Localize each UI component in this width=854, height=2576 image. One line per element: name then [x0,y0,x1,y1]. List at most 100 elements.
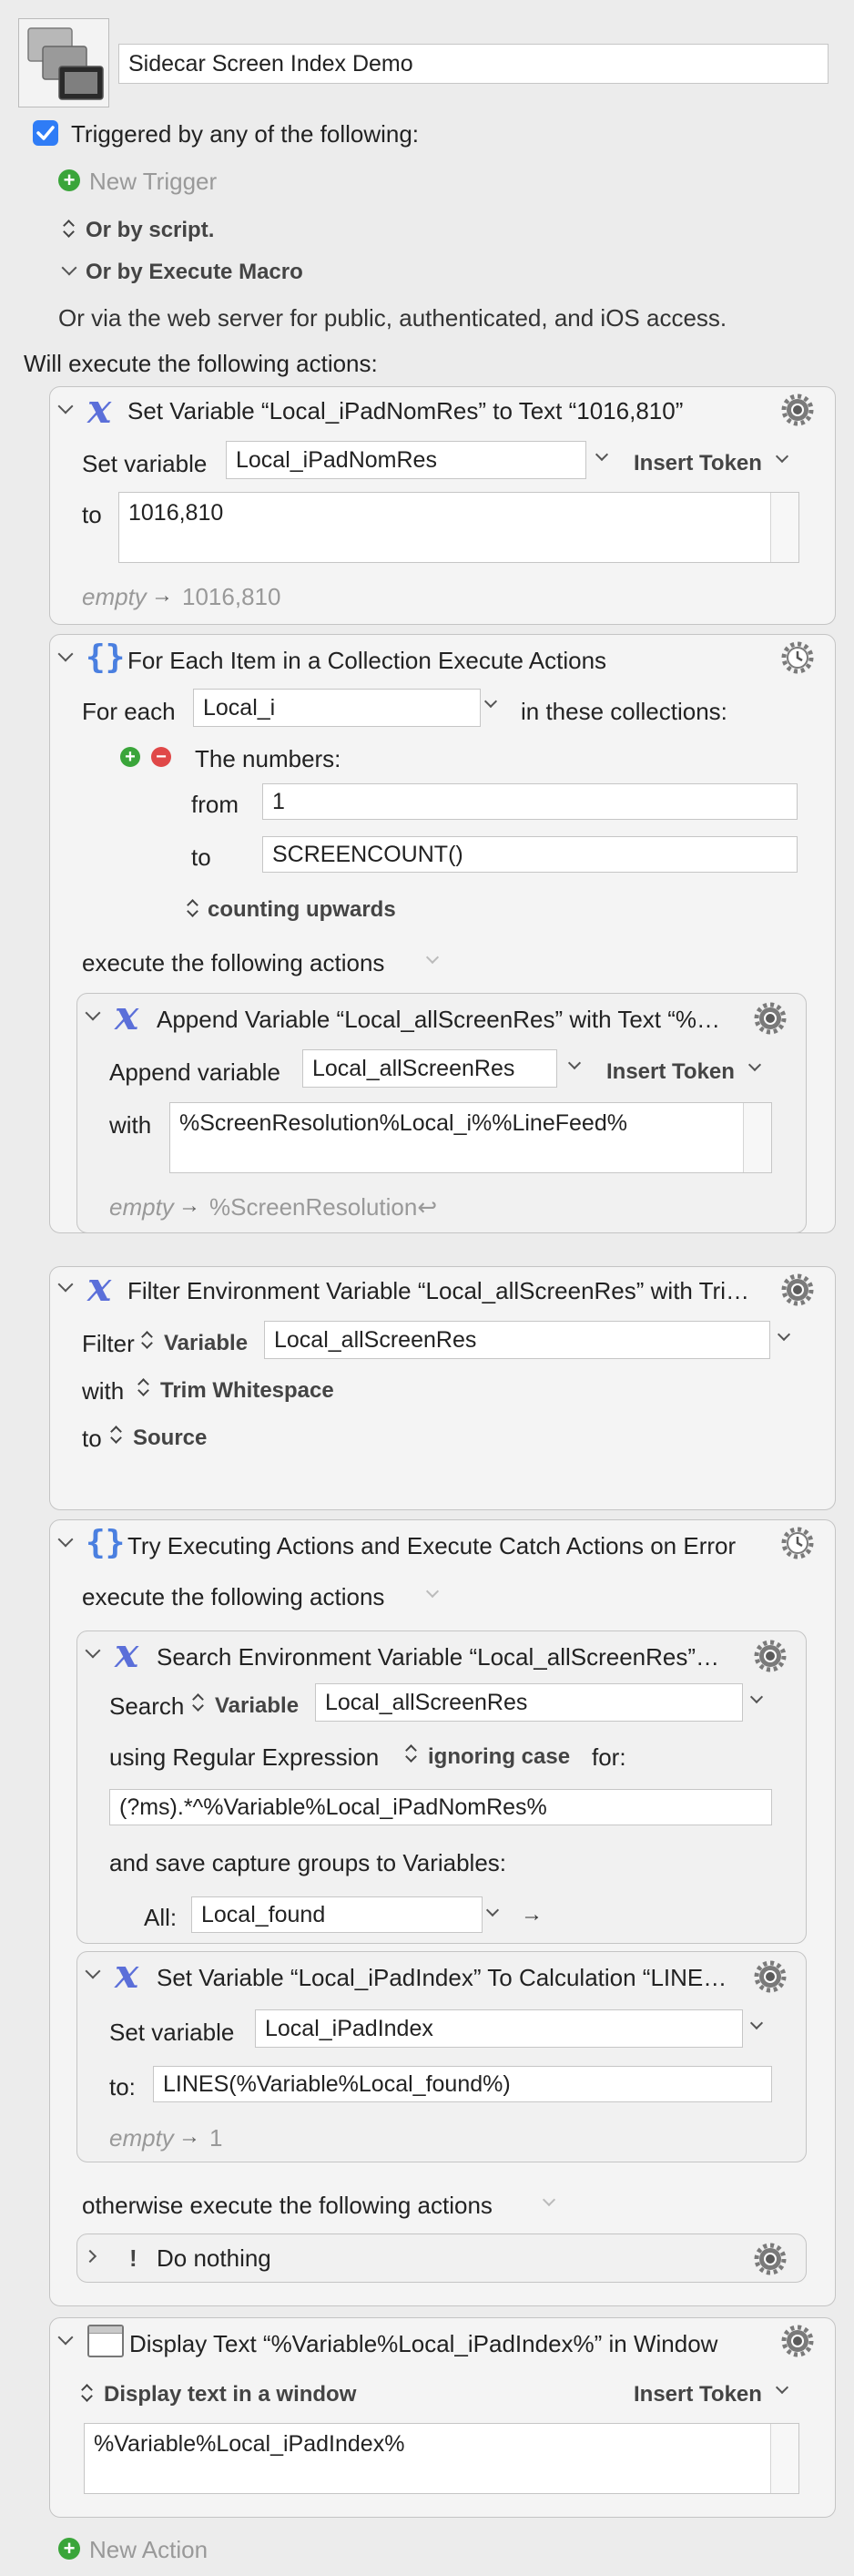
add-collection-icon[interactable]: + [120,747,140,767]
operation-toggle-icon[interactable] [137,1377,149,1397]
action-title[interactable]: Search Environment Variable “Local_allSc… [157,1645,719,1669]
destination-popup[interactable]: Source [133,1427,207,1449]
using-regex-label: using Regular Expression [109,1743,380,1771]
with-label: with [109,1111,152,1139]
for-label: for: [592,1743,626,1771]
web-server-note: Or via the web server for public, authen… [58,304,727,332]
append-variable-label: Append variable [109,1058,280,1086]
new-trigger-button[interactable]: New Trigger [89,169,217,193]
save-capture-label: and save capture groups to Variables: [109,1849,507,1876]
clock-gear-icon[interactable] [781,641,814,674]
display-mode-popup[interactable]: Display text in a window [104,2384,356,2406]
gear-icon[interactable] [781,1273,814,1306]
insert-token-button[interactable]: Insert Token [606,1061,735,1083]
regex-field[interactable]: (?ms).*^%Variable%Local_iPadNomRes% [109,1789,772,1825]
will-execute-label: Will execute the following actions: [24,350,378,377]
display-text-field[interactable]: %Variable%Local_iPadIndex% [84,2423,799,2494]
variable-name-field[interactable]: Local_iPadIndex [255,2009,743,2048]
clock-gear-icon[interactable] [781,1527,814,1559]
to-field[interactable]: SCREENCOUNT() [262,836,798,873]
remove-collection-icon[interactable]: − [151,747,171,767]
gear-icon[interactable] [754,2243,787,2275]
to-label: to [82,501,102,528]
action-title[interactable]: Filter Environment Variable “Local_allSc… [127,1279,749,1303]
checkmark-icon [36,126,55,140]
variable-name-field[interactable]: Local_iPadNomRes [226,441,586,479]
gear-icon[interactable] [754,1960,787,1993]
source-type-toggle-icon[interactable] [191,1692,204,1712]
gear-icon[interactable] [781,394,814,426]
filter-variable-field[interactable]: Local_allScreenRes [264,1321,770,1359]
window-icon [87,2325,124,2357]
from-field[interactable]: 1 [262,783,798,820]
set-variable-label: Set variable [82,450,208,477]
action-title[interactable]: Try Executing Actions and Execute Catch … [127,1534,736,1558]
screens-icon [27,27,104,100]
or-by-script-label[interactable]: Or by script. [86,220,214,241]
action-title[interactable]: Set Variable “Local_iPadNomRes” to Text … [127,399,683,423]
trigger-label: Triggered by any of the following: [71,120,420,148]
action-title[interactable]: For Each Item in a Collection Execute Ac… [127,649,606,672]
group-braces-icon: {} [86,639,126,676]
action-title[interactable]: Display Text “%Variable%Local_iPadIndex%… [129,2332,717,2356]
to-label: to: [109,2073,136,2101]
preview-value: 1 [209,2124,223,2152]
new-action-icon[interactable]: + [58,2538,80,2560]
macro-name-field[interactable]: Sidecar Screen Index Demo [118,44,829,84]
macro-icon[interactable] [18,18,109,107]
variable-x-icon: x [115,1630,139,1677]
or-by-execute-macro-label[interactable]: Or by Execute Macro [86,261,303,283]
display-mode-toggle-icon[interactable] [80,2383,93,2403]
text-value-field[interactable]: 1016,810 [118,492,799,563]
direction-toggle-icon[interactable] [186,898,198,918]
to-label: to [191,843,211,871]
or-by-execute-macro-chevron-icon[interactable] [61,260,77,276]
append-text-field[interactable]: %ScreenResolution%Local_i%%LineFeed% [169,1102,772,1173]
loop-variable-field[interactable]: Local_i [193,689,481,727]
source-type-popup[interactable]: Variable [215,1695,299,1717]
search-variable-field[interactable]: Local_allScreenRes [315,1683,743,1722]
capture-arrow-icon[interactable]: → [521,1904,543,1926]
otherwise-label: otherwise execute the following actions [82,2192,493,2219]
trigger-checkbox[interactable] [33,120,58,146]
in-collections-label: in these collections: [521,698,727,725]
new-trigger-icon[interactable]: + [58,169,80,191]
preview-empty-label: empty [109,1193,174,1221]
insert-token-button[interactable]: Insert Token [634,453,762,475]
new-action-button[interactable]: New Action [89,2538,208,2561]
preview-value: %ScreenResolution↩ [209,1193,438,1221]
calculation-field[interactable]: LINES(%Variable%Local_found%) [153,2066,772,2102]
preview-value: 1016,810 [182,583,281,610]
variable-x-icon: x [87,386,112,433]
execute-following-label: execute the following actions [82,949,385,976]
or-by-script-toggle-icon[interactable] [62,219,75,239]
preview-empty-label: empty [109,2124,174,2152]
all-label: All: [144,1904,178,1931]
action-title[interactable]: Append Variable “Local_allScreenRes” wit… [157,1007,720,1031]
execute-following-label: execute the following actions [82,1583,385,1610]
with-label: with [82,1377,125,1405]
destination-toggle-icon[interactable] [109,1425,122,1445]
append-variable-field[interactable]: Local_allScreenRes [302,1049,557,1088]
direction-popup[interactable]: counting upwards [208,899,396,921]
source-type-toggle-icon[interactable] [140,1330,153,1350]
variable-x-icon: x [115,1951,139,1998]
set-variable-label: Set variable [109,2019,235,2046]
gear-icon[interactable] [781,2325,814,2357]
case-popup[interactable]: ignoring case [428,1746,570,1768]
preview-arrow-icon: → [178,1193,200,1218]
group-braces-icon: {} [86,1524,126,1561]
operation-popup[interactable]: Trim Whitespace [160,1380,334,1402]
filter-label: Filter [82,1330,135,1357]
action-title[interactable]: Set Variable “Local_iPadIndex” To Calcul… [157,1966,727,1989]
capture-variable-field[interactable]: Local_found [191,1896,483,1933]
case-toggle-icon[interactable] [404,1743,417,1763]
gear-icon[interactable] [754,1640,787,1672]
from-label: from [191,791,239,818]
gear-icon[interactable] [754,1002,787,1035]
variable-x-icon: x [87,1264,112,1311]
search-label: Search [109,1692,185,1720]
action-title[interactable]: Do nothing [157,2246,271,2270]
insert-token-button[interactable]: Insert Token [634,2384,762,2406]
source-type-popup[interactable]: Variable [164,1333,248,1354]
